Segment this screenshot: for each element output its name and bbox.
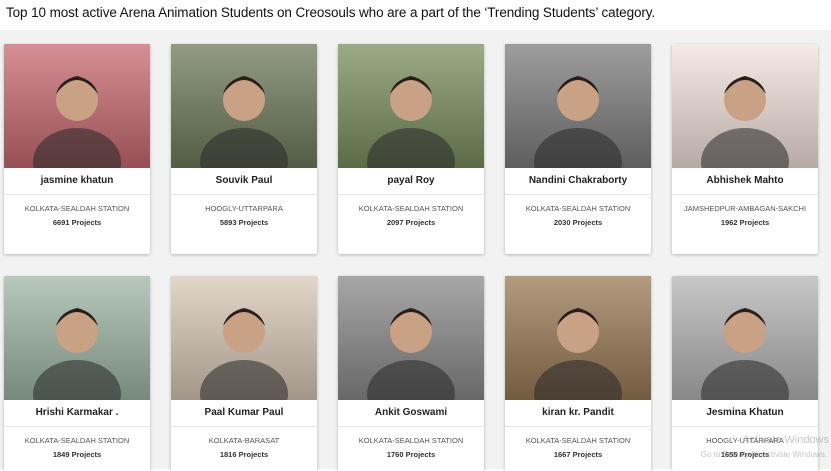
student-location: KOLKATA-BARASAT (208, 436, 280, 445)
student-location: KOLKATA-SEALDAH STATION (525, 204, 631, 213)
student-location: KOLKATA-SEALDAH STATION (358, 204, 464, 213)
student-project-count: 1816 Projects (219, 450, 269, 459)
student-name[interactable]: Hrishi Karmakar . (4, 400, 150, 427)
student-location: JAMSHEDPUR-AMBAGAN-SAKCHI (683, 204, 807, 213)
student-name[interactable]: Jesmina Khatun (672, 400, 818, 427)
page-caption: Top 10 most active Arena Animation Stude… (6, 5, 656, 20)
student-location: KOLKATA-SEALDAH STATION (24, 436, 130, 445)
student-name[interactable]: jasmine khatun (4, 168, 150, 195)
student-project-count: 1760 Projects (386, 450, 436, 459)
student-photo[interactable] (338, 276, 484, 400)
student-card[interactable]: Hrishi Karmakar . KOLKATA-SEALDAH STATION… (4, 276, 150, 471)
student-name[interactable]: Souvik Paul (171, 168, 317, 195)
student-project-count: 5893 Projects (219, 218, 269, 227)
student-card[interactable]: kiran kr. Pandit KOLKATA-SEALDAH STATION 1… (505, 276, 651, 471)
student-name[interactable]: Abhishek Mahto (672, 168, 818, 195)
student-project-count: 6691 Projects (52, 218, 102, 227)
student-card[interactable]: Souvik Paul HOOGLY-UTTARPARA 5893 Projects (171, 44, 317, 254)
student-photo[interactable] (505, 276, 651, 400)
student-photo[interactable] (672, 44, 818, 168)
student-name[interactable]: kiran kr. Pandit (505, 400, 651, 427)
student-photo[interactable] (672, 276, 818, 400)
student-card[interactable]: jasmine khatun KOLKATA-SEALDAH STATION 669… (4, 44, 150, 254)
student-card[interactable]: Ankit Goswami KOLKATA-SEALDAH STATION 1760… (338, 276, 484, 471)
student-project-count: 1962 Projects (720, 218, 770, 227)
student-location: KOLKATA-SEALDAH STATION (24, 204, 130, 213)
student-card[interactable]: Paal Kumar Paul KOLKATA-BARASAT 1816 Proje… (171, 276, 317, 471)
student-name[interactable]: Paal Kumar Paul (171, 400, 317, 427)
student-name[interactable]: Nandini Chakraborty (505, 168, 651, 195)
student-location: KOLKATA-SEALDAH STATION (358, 436, 464, 445)
student-project-count: 2030 Projects (553, 218, 603, 227)
student-card[interactable]: Abhishek Mahto JAMSHEDPUR-AMBAGAN-SAKCHI 1… (672, 44, 818, 254)
student-project-count: 1667 Projects (553, 450, 603, 459)
student-photo[interactable] (171, 44, 317, 168)
student-name[interactable]: Ankit Goswami (338, 400, 484, 427)
student-card[interactable]: Nandini Chakraborty KOLKATA-SEALDAH STATI… (505, 44, 651, 254)
student-project-count: 2097 Projects (386, 218, 436, 227)
student-photo[interactable] (4, 44, 150, 168)
student-project-count: 1849 Projects (52, 450, 102, 459)
student-photo[interactable] (338, 44, 484, 168)
student-name[interactable]: payal Roy (338, 168, 484, 195)
student-location: KOLKATA-SEALDAH STATION (525, 436, 631, 445)
student-location: HOOGLY-UTTARPARA (205, 204, 283, 213)
student-photo[interactable] (505, 44, 651, 168)
student-photo[interactable] (4, 276, 150, 400)
activation-watermark: Activate Windows (742, 434, 829, 446)
student-photo[interactable] (171, 276, 317, 400)
student-card[interactable]: payal Roy KOLKATA-SEALDAH STATION 2097 Pro… (338, 44, 484, 254)
activation-watermark-subtext: Go to Settings to activate Windows. (700, 450, 827, 459)
students-grid: jasmine khatun KOLKATA-SEALDAH STATION 669… (0, 30, 831, 471)
